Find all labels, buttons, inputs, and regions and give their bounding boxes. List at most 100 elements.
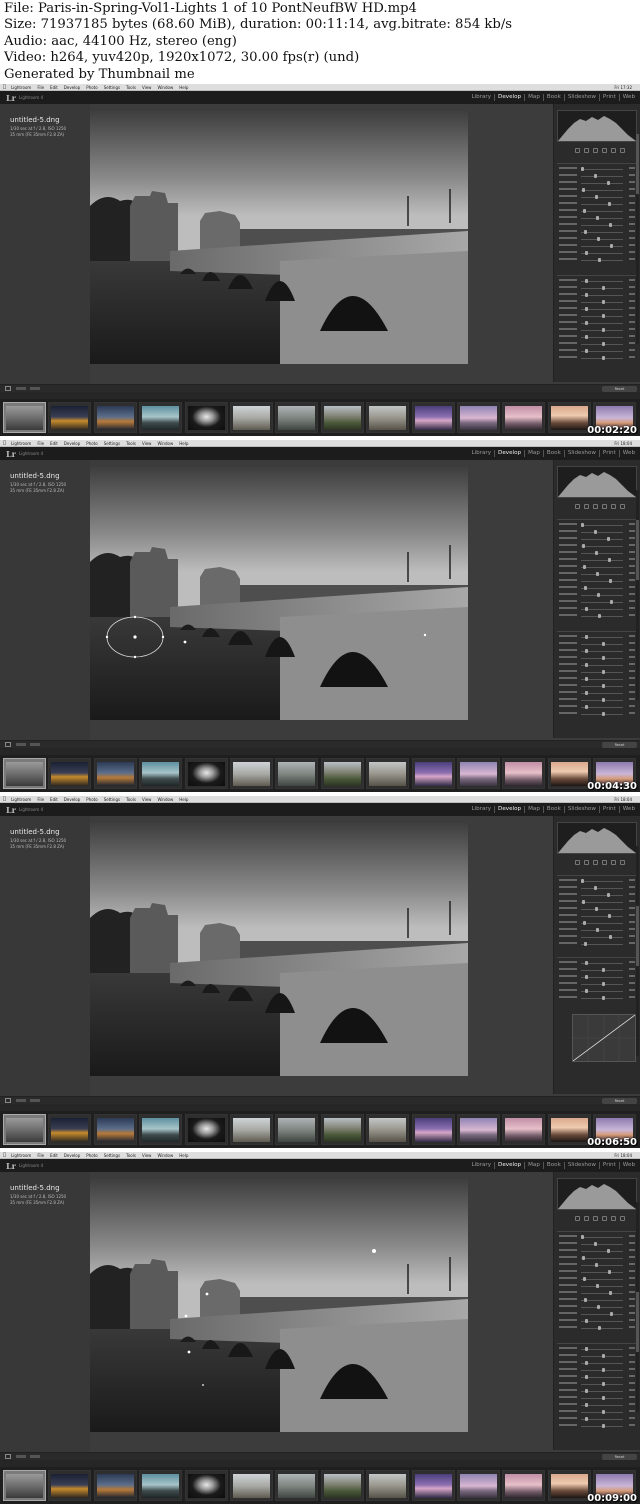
slider-thumb[interactable] [602, 1410, 605, 1414]
slider-thumb[interactable] [596, 216, 599, 220]
slider-thumb[interactable] [585, 607, 588, 611]
adjustment-slider[interactable] [557, 913, 637, 920]
adjustment-slider[interactable] [557, 655, 637, 662]
basic-panel-header[interactable] [557, 158, 637, 164]
scrollbar-thumb[interactable] [636, 134, 639, 194]
adjustment-slider[interactable] [557, 995, 637, 1002]
slider-thumb[interactable] [607, 1249, 610, 1253]
toolbar-control[interactable] [16, 743, 26, 746]
adjustment-slider[interactable] [557, 1269, 637, 1276]
slider-thumb[interactable] [602, 1396, 605, 1400]
adjustment-slider[interactable] [557, 1241, 637, 1248]
adjustment-slider[interactable] [557, 334, 637, 341]
module-web[interactable]: Web [618, 1162, 638, 1169]
slider-thumb[interactable] [602, 642, 605, 646]
menu-item[interactable]: Edit [50, 84, 58, 91]
slider-thumb[interactable] [609, 935, 612, 939]
filmstrip-thumbnail[interactable] [411, 1114, 455, 1145]
adjustment-slider[interactable] [557, 306, 637, 313]
slider-thumb[interactable] [609, 223, 612, 227]
module-print[interactable]: Print [598, 806, 619, 813]
filmstrip-thumbnail[interactable] [230, 1470, 273, 1501]
graduated-filter-icon[interactable] [602, 1215, 607, 1221]
slider-thumb[interactable] [581, 879, 584, 883]
adjustment-slider[interactable] [557, 166, 637, 173]
adjustment-slider[interactable] [557, 1248, 637, 1255]
slider-thumb[interactable] [585, 1347, 588, 1351]
filmstrip-thumbnail[interactable] [93, 758, 137, 789]
adjustment-slider[interactable] [557, 606, 637, 613]
slider-thumb[interactable] [582, 188, 585, 192]
filmstrip-thumbnail[interactable] [139, 1114, 183, 1145]
adjustment-slider[interactable] [557, 1409, 637, 1416]
toolbar-control[interactable] [30, 1099, 40, 1102]
apple-icon[interactable]:  [3, 440, 6, 447]
slider-thumb[interactable] [602, 286, 605, 290]
filmstrip-thumbnail[interactable] [230, 402, 273, 433]
filmstrip-thumbnail[interactable] [3, 402, 46, 433]
slider-thumb[interactable] [585, 635, 588, 639]
slider-thumb[interactable] [585, 1417, 588, 1421]
menu-item[interactable]: Tools [126, 1152, 136, 1159]
adjustment-slider[interactable] [557, 697, 637, 704]
adjustment-slider[interactable] [557, 704, 637, 711]
menu-item[interactable]: View [142, 796, 152, 803]
slider-thumb[interactable] [585, 691, 588, 695]
adjustment-slider[interactable] [557, 960, 637, 967]
filmstrip-thumbnail[interactable] [48, 1114, 92, 1145]
spot-removal-icon[interactable] [584, 1215, 589, 1221]
adjustment-slider[interactable] [557, 892, 637, 899]
filmstrip-thumbnail[interactable] [93, 1470, 137, 1501]
adjustment-slider[interactable] [557, 1304, 637, 1311]
adjustment-slider[interactable] [557, 941, 637, 948]
slider-thumb[interactable] [585, 975, 588, 979]
menu-item[interactable]: Photo [86, 440, 97, 447]
main-photo[interactable] [90, 1179, 468, 1432]
slider-thumb[interactable] [598, 1326, 601, 1330]
loupe-view-icon[interactable] [5, 1454, 11, 1459]
adjustment-slider[interactable] [557, 571, 637, 578]
slider-thumb[interactable] [585, 1403, 588, 1407]
menu-item[interactable]: Window [157, 796, 173, 803]
slider-thumb[interactable] [597, 1305, 600, 1309]
graduated-filter-icon[interactable] [602, 859, 607, 865]
loupe-view-icon[interactable] [5, 742, 11, 747]
apple-icon[interactable]:  [3, 84, 6, 91]
menu-item[interactable]: View [142, 440, 152, 447]
slider-thumb[interactable] [584, 586, 587, 590]
menu-item[interactable]: Photo [86, 1152, 97, 1159]
filmstrip-thumbnail[interactable] [457, 1470, 500, 1501]
slider-thumb[interactable] [596, 1284, 599, 1288]
red-eye-icon[interactable] [593, 1215, 598, 1221]
slider-thumb[interactable] [609, 579, 612, 583]
slider-thumb[interactable] [607, 537, 610, 541]
menu-item[interactable]: Settings [104, 1152, 120, 1159]
apple-icon[interactable]:  [3, 796, 6, 803]
slider-thumb[interactable] [598, 614, 601, 618]
module-library[interactable]: Library [468, 450, 494, 457]
adjustment-slider[interactable] [557, 1374, 637, 1381]
menu-item[interactable]: Settings [104, 84, 120, 91]
adjustment-slider[interactable] [557, 1423, 637, 1430]
adjustment-slider[interactable] [557, 676, 637, 683]
slider-thumb[interactable] [582, 900, 585, 904]
slider-thumb[interactable] [602, 1424, 605, 1428]
slider-thumb[interactable] [585, 307, 588, 311]
slider-thumb[interactable] [583, 565, 586, 569]
adjustment-slider[interactable] [557, 927, 637, 934]
menu-item[interactable]: Help [179, 796, 188, 803]
module-book[interactable]: Book [542, 450, 564, 457]
red-eye-icon[interactable] [593, 859, 598, 865]
slider-thumb[interactable] [582, 544, 585, 548]
adjustment-slider[interactable] [557, 550, 637, 557]
slider-thumb[interactable] [607, 181, 610, 185]
slider-thumb[interactable] [583, 209, 586, 213]
adjustment-slider[interactable] [557, 669, 637, 676]
adjustment-slider[interactable] [557, 278, 637, 285]
menu-item[interactable]: Lightroom [11, 84, 31, 91]
filmstrip-thumbnail[interactable] [3, 1470, 46, 1501]
adjustment-slider[interactable] [557, 557, 637, 564]
menu-item[interactable]: Develop [64, 84, 80, 91]
filmstrip-thumbnail[interactable] [502, 402, 546, 433]
slider-thumb[interactable] [595, 907, 598, 911]
